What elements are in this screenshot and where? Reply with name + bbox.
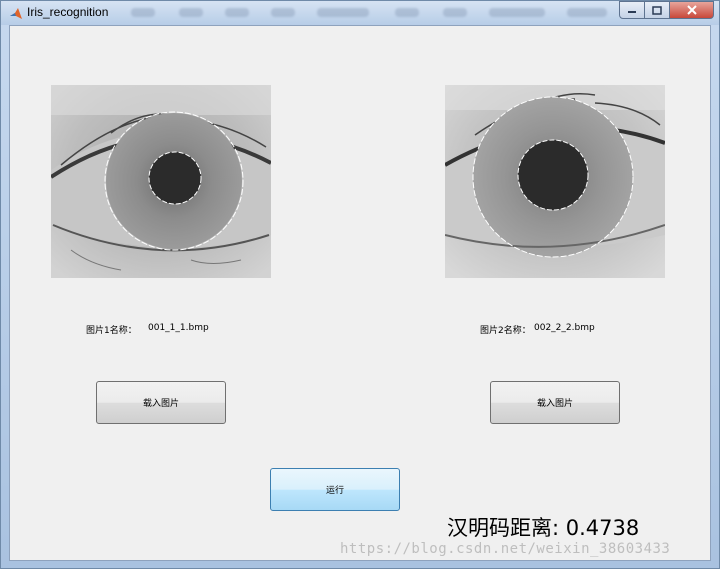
blurred-menu-item	[179, 8, 203, 17]
window-title: Iris_recognition	[27, 5, 109, 19]
blurred-menu-item	[317, 8, 369, 17]
watermark: https://blog.csdn.net/weixin_38603433	[340, 541, 671, 557]
matlab-icon	[9, 6, 23, 20]
close-button[interactable]	[670, 1, 714, 19]
figure-canvas: 图片1名称： 001_1_1.bmp 图片2名称： 002_2_2.bmp 载入…	[9, 25, 711, 561]
blurred-menu-item	[443, 8, 467, 17]
minimize-button[interactable]	[619, 1, 645, 19]
image1-file-name: 001_1_1.bmp	[148, 323, 209, 333]
run-button[interactable]: 运行	[270, 468, 400, 511]
blurred-menu-item	[131, 8, 155, 17]
blurred-menu-item	[489, 8, 545, 17]
app-window: Iris_recognition 图片1名称： 001_1_1.bmp 图片2名…	[0, 0, 720, 569]
eye-image-2	[445, 85, 665, 278]
load-image-1-button[interactable]: 载入图片	[96, 381, 226, 424]
blurred-menu-item	[395, 8, 419, 17]
load-image-2-button[interactable]: 载入图片	[490, 381, 620, 424]
image2-name-label: 图片2名称：	[480, 326, 531, 336]
close-icon	[686, 5, 697, 15]
minimize-icon	[628, 11, 636, 13]
title-bar[interactable]: Iris_recognition	[1, 1, 719, 25]
blurred-menu-item	[567, 8, 607, 17]
maximize-icon	[652, 5, 662, 15]
hamming-distance-separator: :	[552, 516, 560, 540]
caption-buttons	[619, 1, 714, 19]
eye-image-1	[51, 85, 271, 278]
image2-file-name: 002_2_2.bmp	[534, 323, 595, 333]
image1-name-label: 图片1名称：	[86, 326, 137, 336]
hamming-distance-value: 0.4738	[565, 516, 640, 540]
hamming-distance-result: 汉明码距离: 0.4738	[447, 512, 639, 542]
hamming-distance-label: 汉明码距离	[447, 516, 552, 540]
maximize-button[interactable]	[645, 1, 670, 19]
blurred-menu-item	[271, 8, 295, 17]
blurred-menu-item	[225, 8, 249, 17]
